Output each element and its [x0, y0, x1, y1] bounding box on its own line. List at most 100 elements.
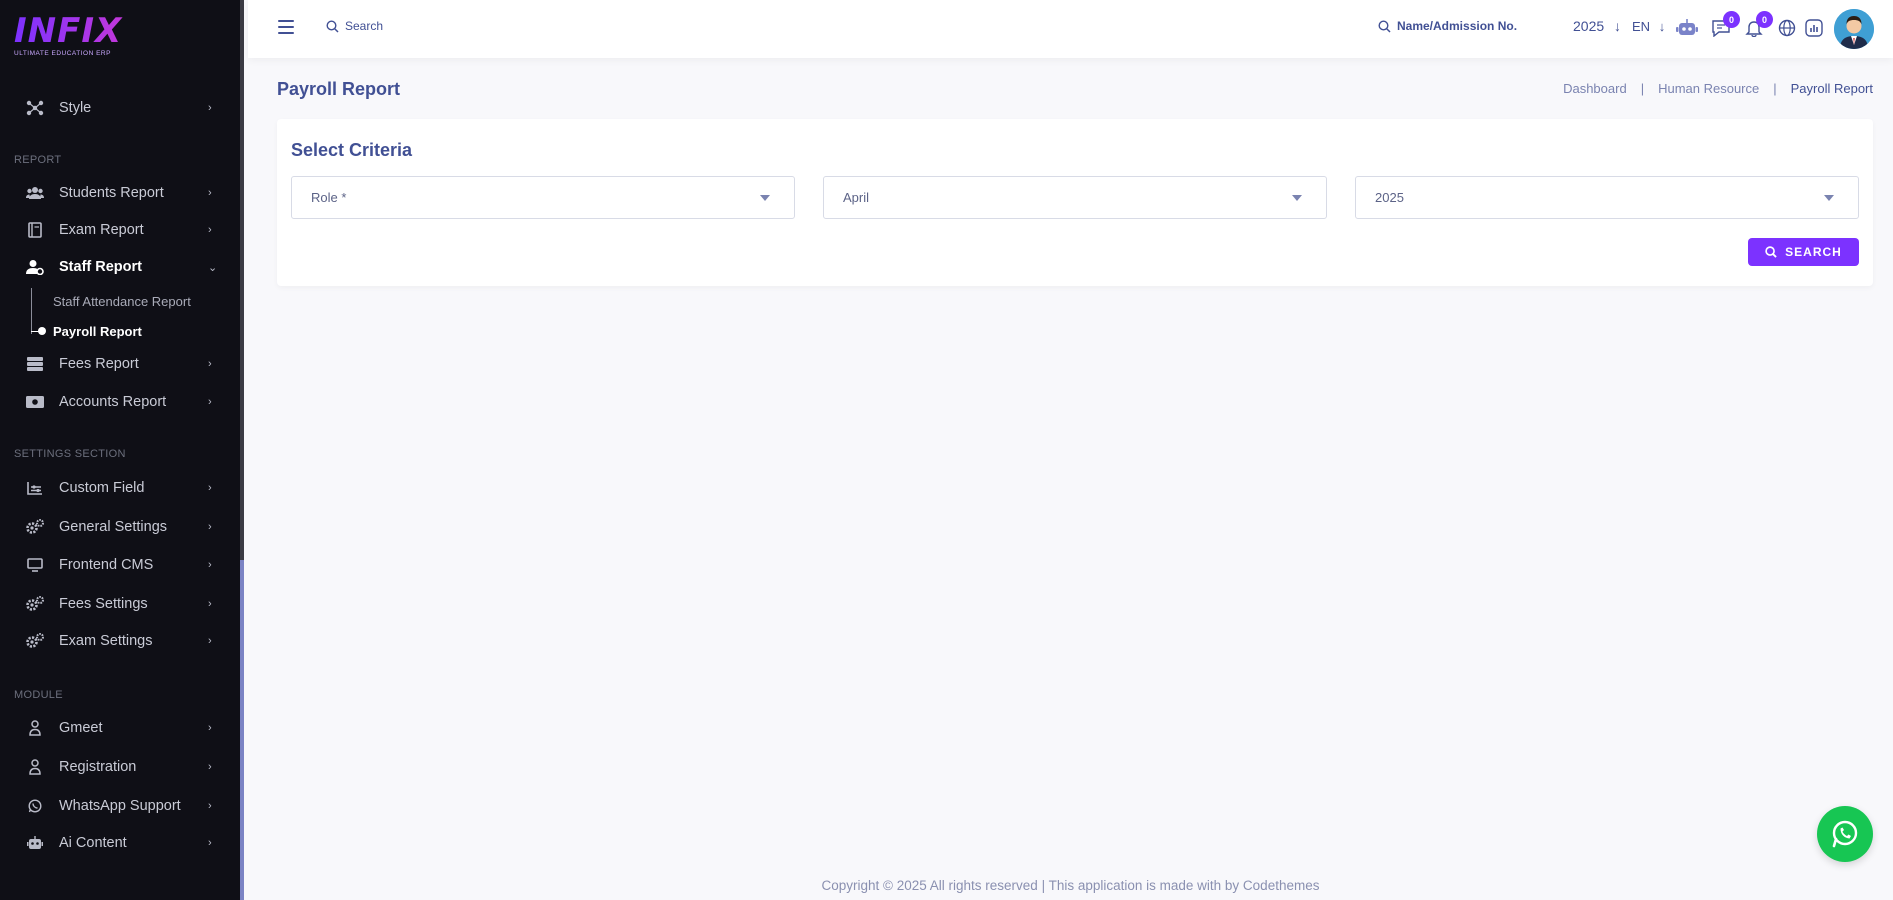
menu-toggle-icon[interactable]	[278, 20, 294, 34]
year-select[interactable]: 2025	[1355, 176, 1859, 219]
caret-down-icon	[760, 195, 770, 201]
sidebar-item-label: Students Report	[59, 185, 164, 201]
notifications-badge: 0	[1756, 11, 1773, 28]
chevron-right-icon: ›	[208, 521, 212, 533]
breadcrumb-separator: |	[1640, 81, 1645, 96]
section-title-settings: SETTINGS SECTION	[14, 448, 126, 460]
sidebar: INFIX ULTIMATE EDUCATION ERP Style › REP…	[0, 0, 244, 900]
sidebar-item-label: Style	[59, 100, 92, 116]
messages-button[interactable]: 0	[1710, 11, 1740, 39]
breadcrumb-human-resource[interactable]: Human Resource	[1658, 81, 1759, 96]
notifications-button[interactable]: 0	[1743, 11, 1773, 39]
footer: Copyright © 2025 All rights reserved | T…	[821, 878, 1320, 893]
breadcrumb-separator: |	[1773, 81, 1777, 96]
sidebar-item-students-report[interactable]: Students Report ›	[0, 176, 240, 210]
sidebar-item-whatsapp-support[interactable]: WhatsApp Support ›	[0, 789, 240, 823]
robot-icon	[26, 834, 44, 852]
sidebar-item-exam-report[interactable]: Exam Report ›	[0, 213, 240, 247]
sidebar-item-ai-content[interactable]: Ai Content ›	[0, 826, 240, 860]
admission-search-placeholder: Name/Admission No.	[1397, 19, 1518, 33]
academic-year-selector[interactable]: 2025 ↓	[1573, 18, 1621, 34]
avatar[interactable]	[1834, 9, 1874, 49]
dashboard-stats-button[interactable]	[1803, 17, 1825, 39]
page-title: Payroll Report	[277, 79, 401, 99]
sidebar-item-label: Fees Settings	[59, 596, 148, 612]
chevron-right-icon: ›	[208, 761, 212, 773]
whatsapp-icon	[1832, 820, 1858, 848]
sidebar-item-label: WhatsApp Support	[59, 798, 181, 814]
month-select-value: April	[843, 190, 870, 205]
sidebar-subitem-staff-attendance-report[interactable]: Staff Attendance Report	[53, 294, 191, 309]
sidebar-item-label: Gmeet	[59, 720, 103, 736]
sidebar-item-exam-settings[interactable]: Exam Settings ›	[0, 624, 240, 658]
search-button[interactable]: SEARCH	[1748, 238, 1859, 266]
robot-icon	[1676, 19, 1698, 35]
sidebar-item-general-settings[interactable]: General Settings ›	[0, 510, 240, 544]
chevron-right-icon: ›	[208, 837, 212, 849]
month-select[interactable]: April	[823, 176, 1327, 219]
user-tie-icon	[26, 719, 44, 737]
sidebar-subitem-payroll-report[interactable]: Payroll Report	[53, 324, 142, 339]
year-select-value: 2025	[1375, 190, 1404, 205]
sidebar-item-frontend-cms[interactable]: Frontend CMS ›	[0, 548, 240, 582]
sidebar-item-label: Staff Report	[59, 259, 142, 275]
arrow-down-icon: ↓	[1614, 18, 1622, 34]
sidebar-item-gmeet[interactable]: Gmeet ›	[0, 711, 240, 745]
money-bill-icon	[26, 393, 44, 411]
whatsapp-chat-button[interactable]	[1817, 806, 1873, 862]
sidebar-item-label: Exam Report	[59, 222, 144, 238]
sidebar-item-label: Exam Settings	[59, 633, 153, 649]
logo[interactable]: INFIX ULTIMATE EDUCATION ERP	[0, 0, 240, 66]
chevron-right-icon: ›	[208, 187, 212, 199]
monitor-icon	[26, 556, 44, 574]
sidebar-item-style[interactable]: Style ›	[0, 91, 240, 125]
sidebar-item-registration[interactable]: Registration ›	[0, 750, 240, 784]
gears-icon	[26, 595, 44, 613]
sidebar-item-custom-field[interactable]: Custom Field ›	[0, 471, 240, 505]
breadcrumb-dashboard[interactable]: Dashboard	[1563, 81, 1627, 96]
book-icon	[26, 221, 44, 239]
role-select[interactable]: Role *	[291, 176, 795, 219]
sidebar-item-staff-report[interactable]: Staff Report ⌄	[0, 250, 240, 284]
gears-icon	[26, 632, 44, 650]
sidebar-item-fees-report[interactable]: Fees Report ›	[0, 347, 240, 381]
sidebar-item-label: Fees Report	[59, 356, 139, 372]
chevron-right-icon: ›	[208, 598, 212, 610]
server-icon	[26, 355, 44, 373]
language-selector[interactable]: EN ↓	[1632, 19, 1665, 34]
select-criteria-card: Select Criteria Role * April 2025 SEARCH	[277, 119, 1873, 286]
logo-tagline: ULTIMATE EDUCATION ERP	[14, 50, 111, 57]
user-cog-icon	[26, 258, 44, 276]
sidebar-item-label: Registration	[59, 759, 137, 775]
role-select-placeholder: Role *	[311, 190, 347, 205]
section-title-module: MODULE	[14, 689, 63, 701]
section-title-report: REPORT	[14, 154, 62, 166]
messages-badge: 0	[1723, 11, 1740, 28]
chevron-right-icon: ›	[208, 396, 212, 408]
website-button[interactable]	[1776, 17, 1798, 39]
sliders-icon	[26, 479, 44, 497]
chevron-right-icon: ›	[208, 224, 212, 236]
logo-wordmark: INFIX	[14, 14, 226, 48]
user-tie-icon	[26, 758, 44, 776]
breadcrumb: Dashboard | Human Resource | Payroll Rep…	[1563, 81, 1873, 96]
chevron-right-icon: ›	[208, 482, 212, 494]
sidebar-item-label: Custom Field	[59, 480, 145, 496]
whatsapp-icon	[26, 797, 44, 815]
language-value: EN	[1632, 19, 1651, 34]
chevron-right-icon: ›	[208, 102, 212, 114]
sidebar-item-fees-settings[interactable]: Fees Settings ›	[0, 587, 240, 621]
sidebar-scrollbar[interactable]	[240, 560, 244, 900]
globe-icon	[1778, 19, 1796, 37]
ai-assistant-button[interactable]	[1676, 17, 1698, 39]
sidebar-item-accounts-report[interactable]: Accounts Report ›	[0, 385, 240, 419]
search-icon	[326, 19, 339, 33]
sidebar-item-label: Ai Content	[59, 835, 127, 851]
chevron-right-icon: ›	[208, 358, 212, 370]
breadcrumb-current[interactable]: Payroll Report	[1791, 81, 1873, 96]
submenu-line	[31, 288, 32, 334]
global-search[interactable]: Search	[326, 19, 383, 33]
search-button-label: SEARCH	[1785, 245, 1842, 259]
arrow-down-icon: ↓	[1658, 19, 1666, 34]
admission-search[interactable]: Name/Admission No.	[1378, 19, 1517, 33]
